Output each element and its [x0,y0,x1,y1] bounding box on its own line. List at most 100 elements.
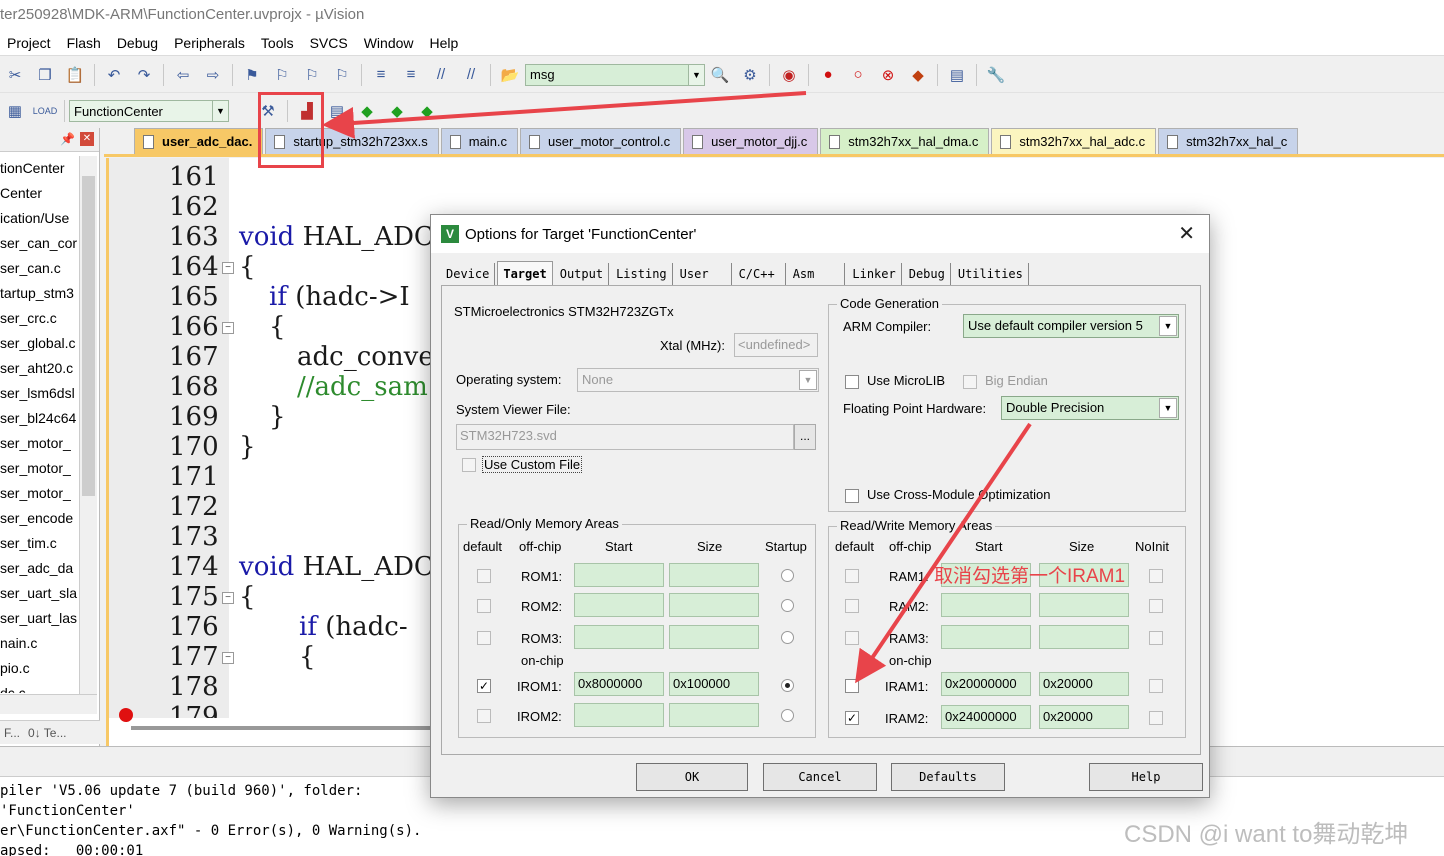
tree-item[interactable]: ser_can.c [0,256,80,281]
tab-target[interactable]: Target [497,261,553,285]
tree-item[interactable]: ication/Use [0,206,80,231]
rom3-start-input[interactable] [574,625,664,649]
find-in-files-icon[interactable]: 📂 [499,64,521,86]
irom2-default-checkbox[interactable] [477,709,491,723]
irom1-start-input[interactable]: 0x8000000 [574,672,664,696]
pack-installer-icon[interactable]: ◆ [356,100,378,122]
chevron-down-icon[interactable]: ▼ [1159,398,1177,418]
menu-window[interactable]: Window [357,35,423,51]
menu-debug[interactable]: Debug [110,35,167,51]
chevron-down-icon[interactable]: ▼ [1159,316,1177,336]
indent-icon[interactable]: ≡ [370,64,392,86]
tree-item[interactable]: Center [0,181,80,206]
use-custom-file-checkbox[interactable] [462,458,476,472]
unindent-icon[interactable]: ≡ [400,64,422,86]
tree-item[interactable]: ser_motor_ [0,456,80,481]
select-software-packs-icon[interactable]: ◆ [386,100,408,122]
nav-forward-icon[interactable]: ⇨ [202,64,224,86]
fold-toggle-icon[interactable]: − [222,652,234,664]
tab-listing[interactable]: Listing [611,263,673,285]
use-microlib-checkbox[interactable] [845,375,859,389]
undo-icon[interactable]: ↶ [103,64,125,86]
tab-user-adc-dac[interactable]: user_adc_dac. [134,128,264,154]
tab-project[interactable]: F... [4,726,20,740]
tree-item[interactable]: ser_tim.c [0,531,80,556]
ram3-start-input[interactable] [941,625,1031,649]
tab-user[interactable]: User [675,263,732,285]
irom1-size-input[interactable]: 0x100000 [669,672,759,696]
irom2-size-input[interactable] [669,703,759,727]
rom1-size-input[interactable] [669,563,759,587]
close-icon[interactable]: ✕ [80,132,94,146]
ram2-size-input[interactable] [1039,593,1129,617]
tree-item[interactable]: ser_bl24c64 [0,406,80,431]
chevron-down-icon[interactable]: ▼ [799,370,817,390]
defaults-button[interactable]: Defaults [891,763,1005,791]
tree-item[interactable]: ser_lsm6dsl [0,381,80,406]
help-button[interactable]: Help [1089,763,1203,791]
debug-start-icon[interactable]: ◉ [778,64,800,86]
bookmark-icon[interactable]: ⚑ [241,64,263,86]
tree-item[interactable]: ser_uart_sla [0,581,80,606]
svd-browse-button[interactable]: ... [794,424,816,450]
chevron-down-icon[interactable]: ▼ [212,101,228,121]
iram1-size-input[interactable]: 0x20000 [1039,672,1129,696]
project-tree-scrollbar[interactable] [79,156,97,704]
ram2-noinit-checkbox[interactable] [1149,599,1163,613]
rom3-size-input[interactable] [669,625,759,649]
tab-main[interactable]: main.c [440,128,519,154]
irom1-default-checkbox[interactable]: ✓ [477,679,491,693]
file-extensions-icon[interactable]: ▤ [326,100,348,122]
ram2-start-input[interactable] [941,593,1031,617]
tab-device[interactable]: Device [441,263,496,285]
menu-peripherals[interactable]: Peripherals [167,35,254,51]
configure-icon[interactable]: 🔧 [985,64,1007,86]
iram2-default-checkbox[interactable]: ✓ [845,711,859,725]
rom3-default-checkbox[interactable] [477,631,491,645]
tree-item[interactable]: ser_global.c [0,331,80,356]
iram2-size-input[interactable]: 0x20000 [1039,705,1129,729]
tree-item[interactable]: ser_encode [0,506,80,531]
iram1-noinit-checkbox[interactable] [1149,679,1163,693]
tab-utilities[interactable]: Utilities [953,263,1029,285]
breakpoint-marker-icon[interactable] [119,708,133,722]
tree-item[interactable]: ser_aht20.c [0,356,80,381]
copy-icon[interactable]: ❐ [34,64,56,86]
ram3-default-checkbox[interactable] [845,631,859,645]
ok-button[interactable]: OK [636,763,748,791]
project-tree-hscrollbar[interactable] [0,694,97,714]
tab-linker[interactable]: Linker [847,263,902,285]
tree-item[interactable]: ser_can_cor [0,231,80,256]
breakpoint-kill-icon[interactable]: ◆ [907,64,929,86]
window-layout-icon[interactable]: ▤ [946,64,968,86]
xtal-input[interactable]: <undefined> [734,333,818,357]
tree-item[interactable]: ser_adc_da [0,556,80,581]
cut-icon[interactable]: ✂ [4,64,26,86]
iram1-default-checkbox[interactable] [845,679,859,693]
fold-toggle-icon[interactable]: − [222,322,234,334]
tab-user-motor-djj[interactable]: user_motor_djj.c [683,128,819,154]
download-icon[interactable]: ▦ [4,100,26,122]
close-icon[interactable]: ✕ [1178,221,1195,246]
cross-module-checkbox[interactable] [845,489,859,503]
scrollbar-thumb[interactable] [82,176,95,496]
menu-project[interactable]: Project [0,35,60,51]
breakpoint-enable-icon[interactable]: ○ [847,64,869,86]
tab-debug[interactable]: Debug [904,263,951,285]
ram1-default-checkbox[interactable] [845,569,859,583]
rom2-start-input[interactable] [574,593,664,617]
chevron-down-icon[interactable]: ▼ [688,64,704,85]
incremental-find-icon[interactable]: ⚙ [739,64,761,86]
iram1-start-input[interactable]: 0x20000000 [941,672,1031,696]
tree-item[interactable]: tionCenter [0,156,80,181]
ram3-size-input[interactable] [1039,625,1129,649]
tab-hal-adc[interactable]: stm32h7xx_hal_adc.c [991,128,1157,154]
big-endian-checkbox[interactable] [963,375,977,389]
breakpoint-disable-icon[interactable]: ⊗ [877,64,899,86]
rom2-default-checkbox[interactable] [477,599,491,613]
find-combo[interactable]: msg ▼ [525,63,705,86]
bookmark-clear-icon[interactable]: ⚐ [331,64,353,86]
bookmark-next-icon[interactable]: ⚐ [301,64,323,86]
rom2-startup-radio[interactable] [781,599,794,612]
find-icon[interactable]: 🔍 [709,64,731,86]
